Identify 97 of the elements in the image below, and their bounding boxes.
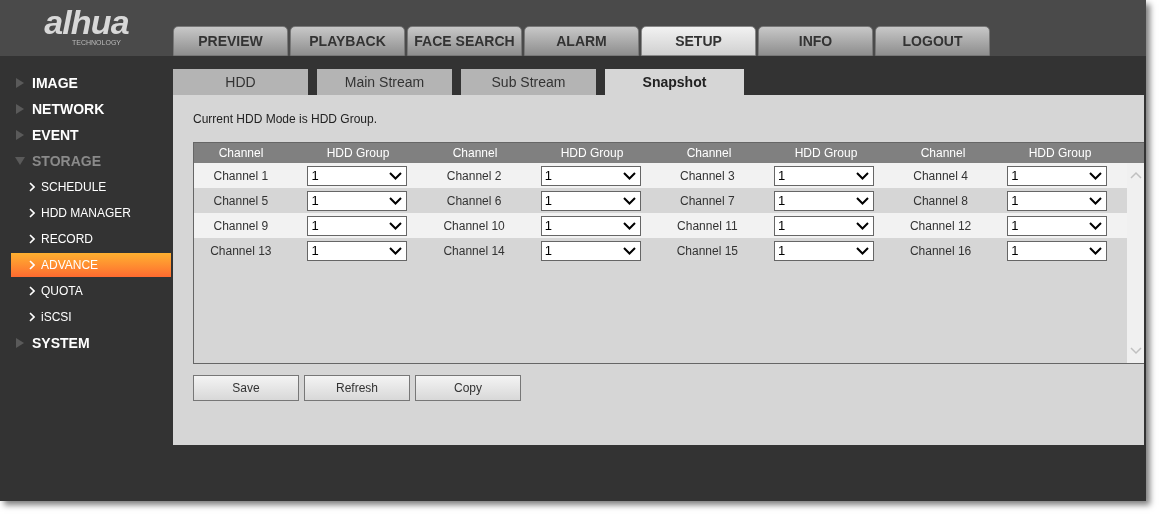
chevron-down-icon	[855, 196, 869, 205]
table-cell-text: Channel 3	[679, 167, 736, 185]
scroll-up-icon[interactable]	[1129, 171, 1142, 179]
scroll-down-icon[interactable]	[1129, 347, 1142, 355]
sidebar-item[interactable]: STORAGE	[32, 150, 101, 172]
table-cell-text: Channel 6	[445, 192, 503, 210]
table-cell-text: Channel 8	[912, 192, 969, 210]
sub-tab[interactable]: Main Stream	[317, 69, 452, 95]
nav-tab[interactable]: ALARM	[524, 26, 639, 56]
hdd-group-dropdown[interactable]: 1	[773, 165, 874, 186]
chevron-down-icon	[622, 246, 636, 255]
chevron-right-icon	[29, 182, 35, 192]
sidebar-subitem[interactable]: SCHEDULE	[11, 175, 171, 199]
hdd-group-dropdown[interactable]: 1	[1007, 190, 1108, 211]
sidebar-subitem[interactable]: iSCSI	[11, 305, 171, 329]
chevron-down-icon	[622, 196, 636, 205]
chevron-down-icon	[855, 246, 869, 255]
nav-tab[interactable]: SETUP	[641, 26, 756, 56]
logo-wordmark: alhua	[44, 5, 129, 39]
column-header: HDD Group	[559, 145, 625, 162]
nav-tab[interactable]: LOGOUT	[875, 26, 990, 56]
table-cell-text: Channel 2	[445, 167, 503, 185]
hdd-group-dropdown[interactable]: 1	[773, 240, 874, 261]
chevron-down-icon	[1089, 221, 1103, 230]
nav-tab[interactable]: PLAYBACK	[290, 26, 405, 56]
column-header: Channel	[919, 145, 967, 162]
sidebar-subitem-label: QUOTA	[41, 283, 83, 300]
sidebar-subitem-label: ADVANCE	[41, 257, 99, 274]
chevron-right-icon	[29, 312, 35, 322]
hdd-group-dropdown[interactable]: 1	[307, 190, 408, 211]
sidebar-subitem-label: HDD MANAGER	[41, 205, 131, 222]
column-header: HDD Group	[1027, 145, 1093, 162]
chevron-down-icon	[855, 171, 869, 180]
chevron-down-icon	[389, 246, 403, 255]
hdd-group-dropdown[interactable]: 1	[540, 240, 641, 261]
column-header: HDD Group	[793, 145, 859, 162]
sidebar-subitem-label: SCHEDULE	[41, 179, 107, 196]
table-cell-text: Channel 7	[679, 192, 736, 210]
chevron-down-icon	[855, 221, 869, 230]
nav-tab[interactable]: FACE SEARCH	[407, 26, 522, 56]
action-button[interactable]: Refresh	[304, 375, 410, 401]
table-cell-text: Channel 1	[212, 167, 270, 185]
sidebar-item[interactable]: SYSTEM	[32, 332, 90, 354]
table-cell-text: Channel 5	[212, 192, 270, 210]
action-button[interactable]: Save	[193, 375, 299, 401]
action-button[interactable]: Copy	[415, 375, 521, 401]
sidebar-subitem-label: iSCSI	[41, 309, 72, 326]
table-cell-text: Channel 13	[209, 242, 273, 260]
chevron-down-icon	[1089, 171, 1103, 180]
hdd-group-dropdown[interactable]: 1	[773, 215, 874, 236]
table-cell-text: Channel 11	[676, 217, 739, 235]
chevron-down-icon	[622, 221, 636, 230]
chevron-down-icon	[1089, 196, 1103, 205]
scrollbar[interactable]	[1127, 163, 1144, 363]
hdd-group-dropdown[interactable]: 1	[540, 215, 641, 236]
chevron-down-icon	[389, 196, 403, 205]
nav-tab[interactable]: PREVIEW	[173, 26, 288, 56]
sidebar-subitem[interactable]: RECORD	[11, 227, 171, 251]
table-cell-text: Channel 10	[442, 217, 506, 235]
hdd-group-dropdown[interactable]: 1	[540, 190, 641, 211]
chevron-down-icon	[389, 221, 403, 230]
sidebar-item[interactable]: NETWORK	[32, 98, 105, 120]
status-message: Current HDD Mode is HDD Group.	[193, 111, 379, 128]
table-cell-text: Channel 16	[908, 242, 973, 260]
sidebar-item[interactable]: EVENT	[32, 124, 79, 146]
chevron-right-icon	[29, 234, 35, 244]
column-header: Channel	[685, 145, 733, 162]
sidebar-subitem[interactable]: QUOTA	[11, 279, 171, 303]
hdd-group-dropdown[interactable]: 1	[307, 240, 408, 261]
sidebar-subitem[interactable]: HDD MANAGER	[11, 201, 171, 225]
chevron-down-icon	[622, 171, 636, 180]
column-header: HDD Group	[325, 145, 391, 162]
table-cell-text: Channel 4	[912, 167, 969, 185]
column-header: Channel	[217, 145, 265, 162]
table-cell-text: Channel 14	[442, 242, 506, 260]
column-header: Channel	[451, 145, 499, 162]
hdd-group-dropdown[interactable]: 1	[540, 165, 641, 186]
hdd-group-dropdown[interactable]: 1	[1007, 165, 1108, 186]
chevron-right-icon	[29, 208, 35, 218]
hdd-group-dropdown[interactable]: 1	[1007, 215, 1108, 236]
chevron-right-icon	[29, 286, 35, 296]
sidebar-subitem-label: RECORD	[41, 231, 93, 248]
table-cell-text: Channel 12	[908, 217, 973, 235]
hdd-group-dropdown[interactable]: 1	[307, 165, 408, 186]
chevron-right-icon	[29, 260, 35, 270]
sub-tab[interactable]: HDD	[173, 69, 308, 95]
hdd-group-dropdown[interactable]: 1	[1007, 240, 1108, 261]
sidebar-item[interactable]: IMAGE	[32, 72, 78, 94]
chevron-down-icon	[389, 171, 403, 180]
sub-tab[interactable]: Snapshot	[605, 69, 744, 95]
chevron-down-icon	[1089, 246, 1103, 255]
hdd-group-dropdown[interactable]: 1	[307, 215, 408, 236]
nav-tab[interactable]: INFO	[758, 26, 873, 56]
table-cell-text: Channel 15	[675, 242, 740, 260]
sub-tab[interactable]: Sub Stream	[461, 69, 596, 95]
hdd-group-dropdown[interactable]: 1	[773, 190, 874, 211]
table-cell-text: Channel 9	[212, 217, 270, 235]
